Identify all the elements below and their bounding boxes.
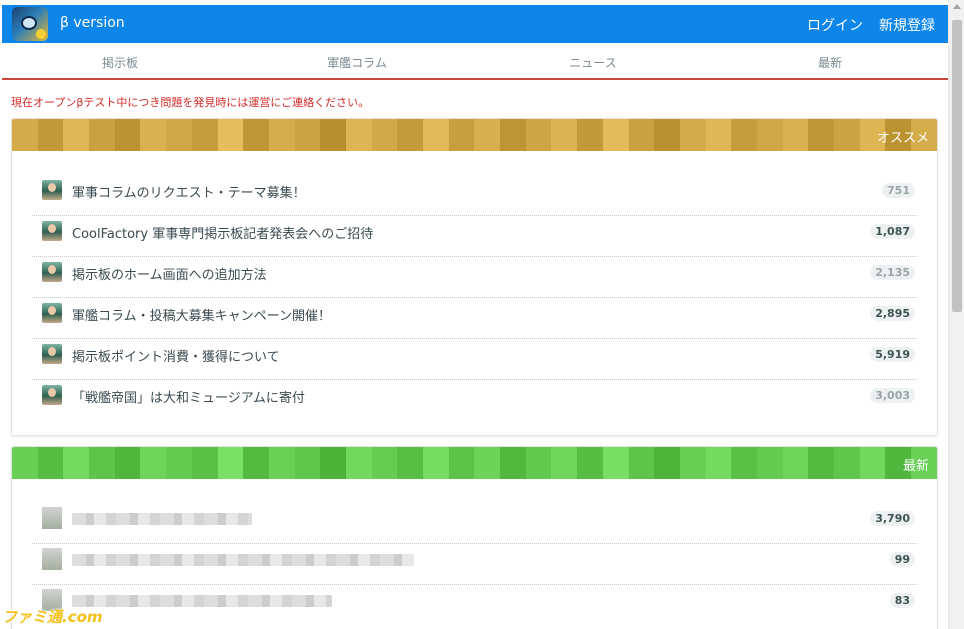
view-count-badge: 751 (882, 183, 915, 198)
user-avatar-icon (42, 303, 62, 323)
list-item[interactable]: 83 (32, 585, 917, 626)
login-link[interactable]: ログイン (807, 15, 863, 35)
latest-title: 最新 (902, 459, 929, 474)
user-avatar-icon (42, 344, 62, 364)
list-item-title[interactable]: 「戦艦帝国」は大和ミュージアムに寄付 (72, 387, 305, 406)
nav-item-column[interactable]: 軍艦コラム (327, 54, 387, 71)
list-item[interactable]: 軍事コラムのリクエスト・テーマ募集！ 751 (32, 175, 917, 216)
user-avatar-icon (42, 221, 62, 241)
list-item[interactable]: 掲示板ポイント消費・獲得について 5,919 (32, 339, 917, 380)
list-item-title[interactable]: 軍事コラムのリクエスト・テーマ募集！ (72, 182, 306, 201)
page: β version ログイン 新規登録 掲示板 軍艦コラム ニュース 最新 現在… (0, 0, 948, 629)
recommended-header-pattern (12, 119, 937, 151)
header-links: ログイン 新規登録 (807, 15, 935, 35)
user-avatar-icon (42, 385, 62, 405)
list-item[interactable]: 軍艦コラム・投稿大募集キャンペーン開催！ 2,895 (32, 298, 917, 339)
recommended-title: オススメ (876, 131, 929, 146)
recommended-panel: オススメ 軍事コラムのリクエスト・テーマ募集！ 751 CoolFactory … (11, 118, 938, 436)
view-count-badge: 99 (889, 552, 915, 567)
list-item[interactable]: CoolFactory 軍事専門掲示板記者発表会へのご招待 1,087 (32, 216, 917, 257)
recommended-list: 軍事コラムのリクエスト・テーマ募集！ 751 CoolFactory 軍事専門掲… (12, 151, 937, 429)
app-logo-icon[interactable] (12, 7, 48, 41)
latest-panel: 最新 3,790 99 83 (11, 446, 938, 629)
register-link[interactable]: 新規登録 (879, 15, 935, 35)
notice-text: 現在オープンβテスト中につき問題を発見時には運営にご連絡ください。 (11, 96, 370, 109)
view-count-badge: 83 (889, 593, 915, 608)
view-count-badge: 2,895 (870, 306, 915, 321)
latest-header-pattern (12, 447, 937, 479)
nav-item-board[interactable]: 掲示板 (102, 54, 138, 71)
view-count-badge: 2,135 (870, 265, 915, 280)
list-item-title[interactable]: CoolFactory 軍事専門掲示板記者発表会へのご招待 (72, 223, 373, 242)
blurred-avatar-icon (42, 507, 62, 529)
list-item-title[interactable]: 掲示板ポイント消費・獲得について (72, 346, 280, 365)
user-avatar-icon (42, 262, 62, 282)
view-count-badge: 3,003 (870, 388, 915, 403)
main-nav: 掲示板 軍艦コラム ニュース 最新 (2, 43, 948, 80)
list-item[interactable]: 99 (32, 544, 917, 585)
watermark-logo: ファミ通.com (2, 608, 103, 626)
scrollbar-thumb[interactable] (952, 20, 962, 312)
list-item[interactable]: 「戦艦帝国」は大和ミュージアムに寄付 3,003 (32, 380, 917, 421)
blurred-title[interactable] (72, 554, 414, 566)
view-count-badge: 1,087 (870, 224, 915, 239)
view-count-badge: 5,919 (870, 347, 915, 362)
blurred-avatar-icon (42, 548, 62, 570)
blurred-title[interactable] (72, 595, 332, 607)
nav-item-latest[interactable]: 最新 (818, 54, 842, 71)
scroll-up-arrow-icon[interactable] (953, 4, 961, 9)
blurred-title[interactable] (72, 513, 252, 525)
list-item[interactable]: 掲示板のホーム画面への追加方法 2,135 (32, 257, 917, 298)
user-avatar-icon (42, 180, 62, 200)
version-label: β version (60, 15, 125, 31)
latest-list: 3,790 99 83 (12, 479, 937, 629)
page-scrollbar[interactable] (948, 0, 964, 629)
nav-item-news[interactable]: ニュース (569, 54, 616, 71)
list-item-title[interactable]: 掲示板のホーム画面への追加方法 (72, 264, 267, 283)
view-count-badge: 3,790 (870, 511, 915, 526)
recommended-header: オススメ (12, 119, 937, 151)
list-item[interactable]: 3,790 (32, 503, 917, 544)
latest-header: 最新 (12, 447, 937, 479)
list-item-title[interactable]: 軍艦コラム・投稿大募集キャンペーン開催！ (72, 305, 331, 324)
top-bar: β version ログイン 新規登録 (2, 5, 948, 43)
